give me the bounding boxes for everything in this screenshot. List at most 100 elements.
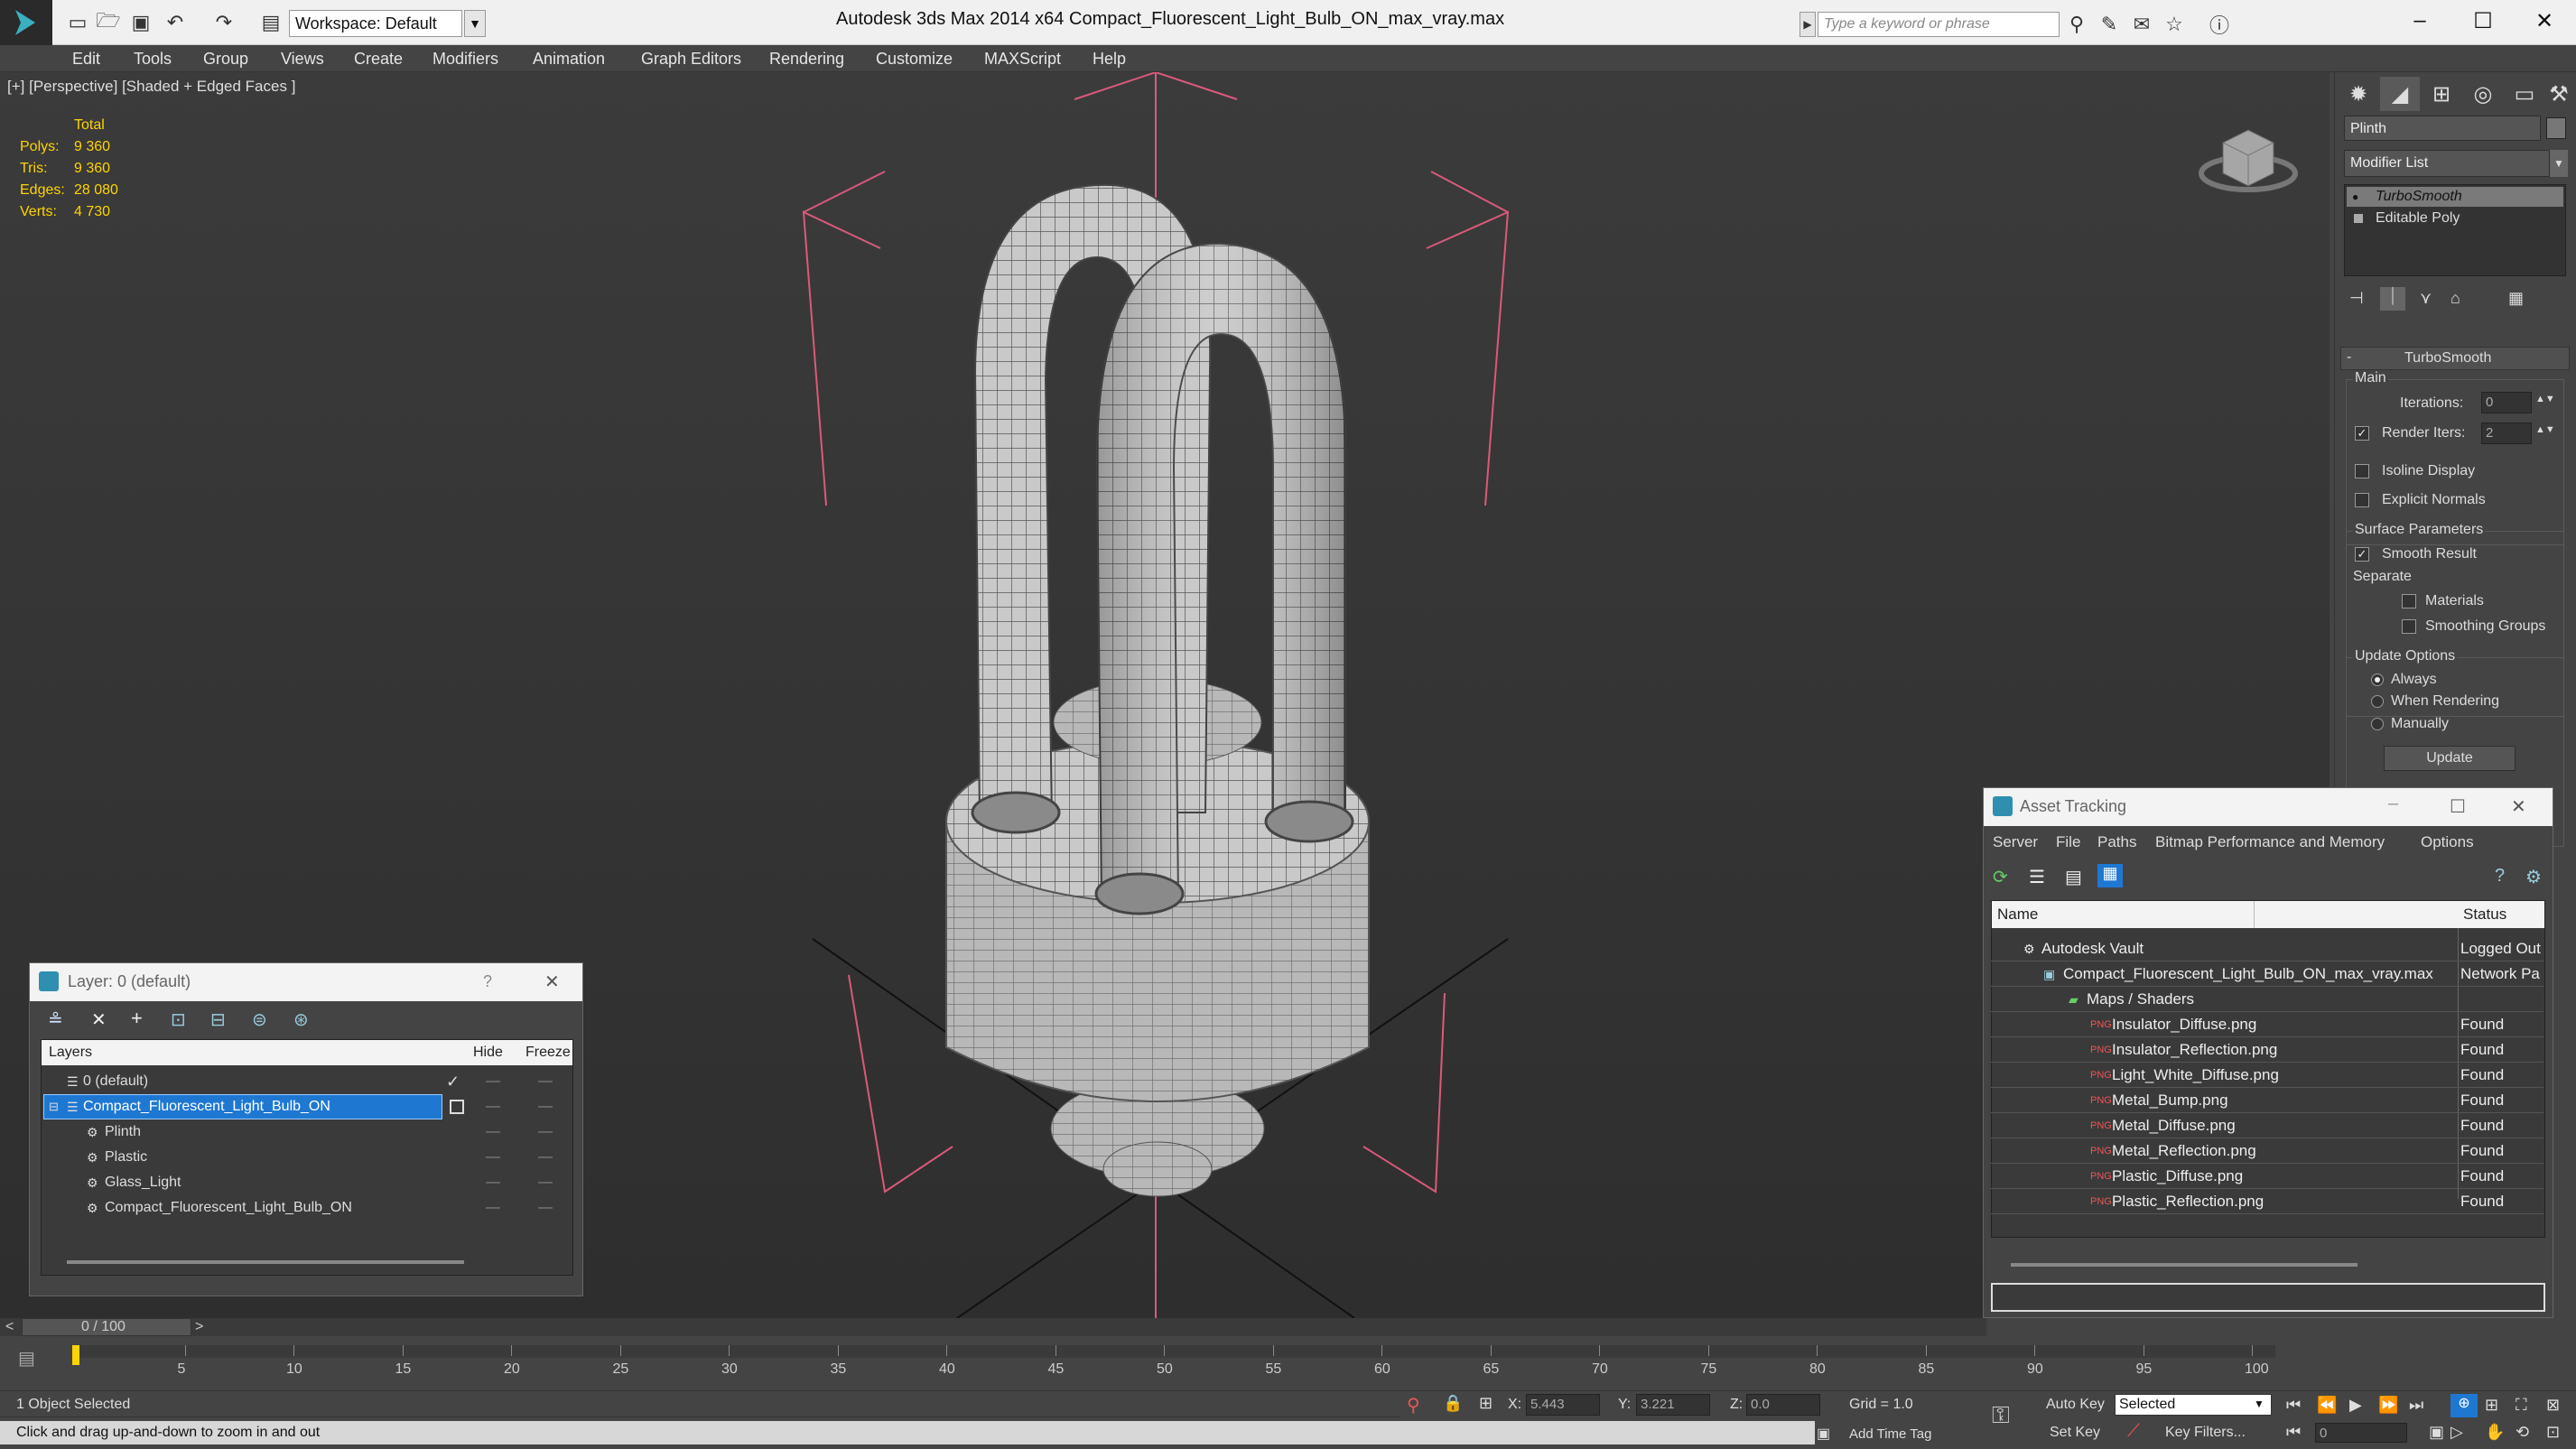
help-icon[interactable]: ? (2495, 866, 2505, 887)
freeze-toggle[interactable]: — (538, 1170, 553, 1195)
asset-row-bitmap[interactable]: PNG Insulator_Diffuse.png Found (1991, 1012, 2543, 1037)
layer-row[interactable]: ⚙ Compact_Fluorescent_Light_Bulb_ON — — (42, 1195, 572, 1221)
list-view-icon[interactable]: ☰ (2029, 866, 2045, 888)
utilities-tab-icon[interactable]: ⚒ (2539, 77, 2576, 111)
iterations-spinner[interactable]: 0 (2481, 392, 2532, 413)
hide-toggle[interactable]: — (486, 1119, 500, 1145)
add-time-tag-button[interactable]: Add Time Tag (1849, 1426, 1931, 1442)
asset-row-max-file[interactable]: ▣ Compact_Fluorescent_Light_Bulb_ON_max_… (1991, 961, 2543, 987)
next-key-icon[interactable]: ⏩ (2378, 1396, 2398, 1415)
hide-toggle[interactable]: — (486, 1170, 500, 1195)
key-mode-toggle-icon[interactable]: ⏮ (2286, 1423, 2301, 1442)
col-layers[interactable]: Layers (49, 1040, 92, 1065)
set-key-mode-icon[interactable]: ⚿ (1992, 1401, 2010, 1430)
col-hide[interactable]: Hide (473, 1040, 503, 1065)
horizontal-scrollbar[interactable] (2011, 1263, 2357, 1267)
absolute-mode-icon[interactable]: ⊞ (1479, 1394, 1493, 1413)
settings-icon[interactable]: ⚙ (2525, 866, 2542, 888)
close-icon[interactable]: ✕ (2513, 0, 2576, 42)
lock-selection-icon[interactable]: 🔒 (1443, 1394, 1463, 1413)
zoom-extents-icon[interactable]: ⛶ (2516, 1396, 2527, 1415)
manually-radio[interactable] (2371, 718, 2384, 730)
stack-item-turbosmooth[interactable]: TurboSmooth (2347, 187, 2563, 207)
menu-modifiers[interactable]: Modifiers (432, 45, 498, 72)
modifier-list-arrow-icon[interactable]: ▼ (2550, 150, 2568, 177)
show-end-result-icon[interactable]: ⏐ (2380, 287, 2405, 311)
selection-set-dropdown[interactable]: Selected (2115, 1394, 2272, 1416)
update-button[interactable]: Update (2384, 746, 2516, 771)
maximize-icon[interactable]: ☐ (2450, 795, 2466, 818)
motion-tab-icon[interactable]: ◎ (2463, 77, 2503, 111)
undo-icon[interactable]: ↶ (163, 11, 188, 34)
select-objects-icon[interactable]: ⊡ (171, 1008, 186, 1031)
time-configuration-icon[interactable]: ▣ (2429, 1423, 2444, 1442)
minimize-icon[interactable]: – (2388, 794, 2398, 814)
col-freeze[interactable]: Freeze (525, 1040, 571, 1065)
isoline-display-checkbox[interactable] (2355, 464, 2369, 478)
time-marker[interactable] (72, 1345, 79, 1365)
prev-frame-icon[interactable]: < (5, 1319, 14, 1335)
asset-row-bitmap[interactable]: PNG Plastic_Diffuse.png Found (1991, 1164, 2543, 1189)
modify-tab-icon[interactable]: ◢ (2380, 77, 2420, 111)
horizontal-scrollbar[interactable] (67, 1260, 464, 1264)
zoom-extents-all-icon[interactable]: ⊠ (2546, 1396, 2560, 1415)
smoothing-groups-checkbox[interactable] (2402, 619, 2416, 634)
goto-end-icon[interactable]: ⏭ (2409, 1396, 2423, 1415)
object-name-field[interactable]: Plinth (2344, 116, 2541, 141)
asset-row-bitmap[interactable]: PNG Plastic_Reflection.png Found (1991, 1189, 2543, 1214)
y-coordinate-field[interactable]: 3.221 (1636, 1394, 1710, 1416)
minimize-icon[interactable]: – (2388, 0, 2451, 42)
zoom-all-icon[interactable]: ⊞ (2485, 1396, 2498, 1415)
asset-row-vault[interactable]: ⚙ Autodesk Vault Logged Out (1991, 936, 2543, 961)
hide-toggle[interactable]: — (486, 1145, 500, 1170)
layer-row[interactable]: ☰ 0 (default) ✓ — — (42, 1069, 572, 1094)
set-key-button[interactable]: Set Key (2050, 1425, 2100, 1441)
asset-dialog-titlebar[interactable]: Asset Tracking – ☐ ✕ (1984, 788, 2553, 826)
binoculars-icon[interactable]: ⚲ (2063, 12, 2090, 37)
menu-rendering[interactable]: Rendering (769, 45, 844, 72)
turbosmooth-rollout-header[interactable]: - TurboSmooth (2340, 347, 2570, 370)
freeze-toggle[interactable]: — (538, 1069, 553, 1094)
delete-layer-icon[interactable]: ✕ (91, 1008, 107, 1031)
next-frame-icon[interactable]: > (195, 1319, 203, 1335)
active-layer-check-icon[interactable]: ✓ (446, 1069, 460, 1094)
col-status[interactable]: Status (2463, 901, 2506, 928)
x-coordinate-field[interactable]: 5.443 (1526, 1394, 1600, 1416)
light-bulb-icon[interactable]: ● (2352, 190, 2358, 203)
freeze-toggle[interactable]: — (538, 1195, 553, 1221)
smooth-result-checkbox[interactable]: ✓ (2355, 547, 2369, 562)
default-in-out-tangent-icon[interactable]: ⟋ (2127, 1421, 2140, 1442)
new-file-icon[interactable]: ▭ (65, 11, 90, 34)
render-iters-spinner[interactable]: 2 (2481, 423, 2532, 444)
menu-animation[interactable]: Animation (533, 45, 605, 72)
search-input[interactable]: Type a keyword or phrase (1818, 12, 2060, 37)
redo-icon[interactable]: ↷ (211, 11, 237, 34)
highlight-layer-icon[interactable]: ⊟ (210, 1008, 226, 1031)
maximize-viewport-icon[interactable]: ⊡ (2546, 1423, 2560, 1442)
asset-path-field[interactable] (1991, 1283, 2545, 1312)
table-view-icon[interactable]: ▦ (2097, 864, 2123, 887)
time-slider-track[interactable] (0, 1318, 1986, 1336)
workspace-dropdown-arrow-icon[interactable]: ▼ (464, 10, 486, 37)
menu-customize[interactable]: Customize (876, 45, 953, 72)
modifier-list-dropdown[interactable]: Modifier List (2344, 150, 2550, 177)
configure-modifier-sets-icon[interactable]: ▦ (2508, 289, 2524, 308)
layer-dialog-titlebar[interactable]: Layer: 0 (default) ? ✕ (30, 963, 582, 1001)
open-file-icon[interactable]: 🗁 (96, 9, 121, 34)
layer-row[interactable]: ⚙ Plastic — — (42, 1145, 572, 1170)
pan-view-icon[interactable]: ✋ (2485, 1423, 2505, 1442)
asset-row-bitmap[interactable]: PNG Metal_Reflection.png Found (1991, 1138, 2543, 1164)
play-icon[interactable]: ▶ (2349, 1396, 2362, 1415)
menu-maxscript[interactable]: MAXScript (984, 45, 1061, 72)
z-coordinate-field[interactable]: 0.0 (1746, 1394, 1820, 1416)
auto-key-button[interactable]: Auto Key (2046, 1397, 2105, 1413)
spinner-arrows-icon[interactable]: ▲▼ (2535, 394, 2555, 404)
subscription-icon[interactable]: ✎ (2096, 12, 2123, 37)
collapse-icon[interactable]: - (2347, 349, 2351, 366)
project-folder-icon[interactable]: ▤ (258, 11, 284, 34)
pin-stack-icon[interactable]: ⊣ (2349, 289, 2364, 308)
workspace-dropdown[interactable]: Workspace: Default (289, 10, 462, 37)
hide-toggle[interactable]: — (486, 1195, 500, 1221)
freeze-toggle[interactable]: — (538, 1145, 553, 1170)
when-rendering-radio[interactable] (2371, 695, 2384, 708)
